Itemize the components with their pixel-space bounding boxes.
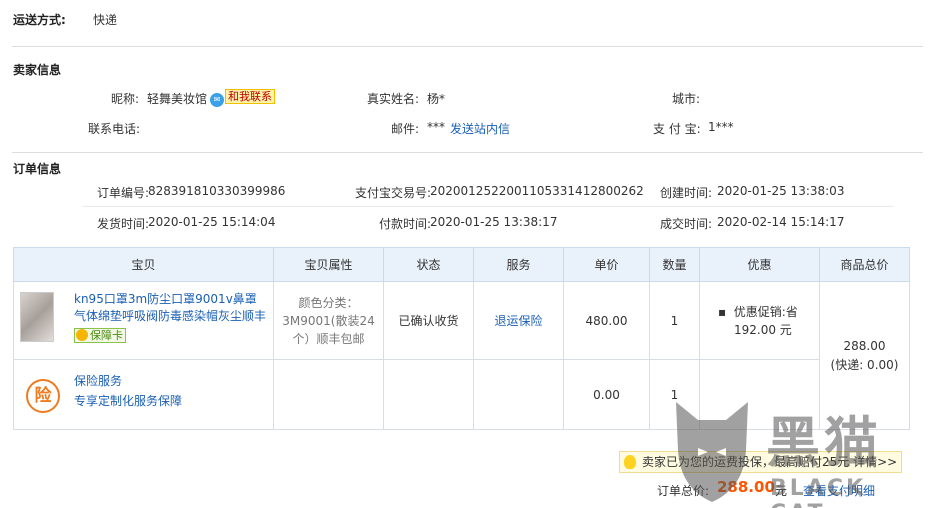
order-total-amount: 288.00 <box>717 478 775 496</box>
seller-email: *** <box>427 120 445 134</box>
lightbulb-icon <box>624 455 636 469</box>
send-message-link[interactable]: 发送站内信 <box>450 120 510 137</box>
shipped-time: 2020-01-25 15:14:04 <box>148 215 276 229</box>
shipping-insurance-tip[interactable]: 卖家已为您的运费投保，最高赔付25元 详情>> <box>619 451 902 473</box>
divider <box>12 46 923 47</box>
item-total: 288.00 (快递: 0.00) <box>819 281 910 430</box>
item-price: 480.00 <box>563 281 650 360</box>
item-cell: kn95口罩3m防尘口罩9001v鼻罩气体绵垫呼吸阀防毒感染帽灰尘顺丰 保障卡 <box>13 281 274 360</box>
order-section-title: 订单信息 <box>13 162 62 176</box>
phone-label: 联系电话: <box>88 122 141 136</box>
product-title-link[interactable]: kn95口罩3m防尘口罩9001v鼻罩气体绵垫呼吸阀防毒感染帽灰尘顺丰 <box>74 292 266 323</box>
paid-label: 付款时间: <box>379 217 432 231</box>
tip-text: 卖家已为您的运费投保，最高赔付25元 详情>> <box>642 455 898 469</box>
service-link[interactable]: 退运保险 <box>494 314 542 328</box>
discount-line2: 192.00 元 <box>734 322 792 337</box>
alipay-tx-label: 支付宝交易号: <box>355 186 432 200</box>
alipay-tx: 2020012522001105331412800262 <box>430 184 644 198</box>
contact-badge: 和我联系 <box>225 89 275 104</box>
seller-nickname: 轻舞美妆馆 <box>147 92 208 106</box>
item-qty: 1 <box>649 281 700 360</box>
realname-label: 真实姓名: <box>367 92 420 106</box>
col-header-attr: 宝贝属性 <box>273 247 384 282</box>
col-header-price: 单价 <box>563 247 650 282</box>
guarantee-icon <box>76 329 88 341</box>
col-header-discount: 优惠 <box>699 247 820 282</box>
paid-time: 2020-01-25 13:38:17 <box>430 215 558 229</box>
item-status: 已确认收货 <box>383 281 474 360</box>
payment-detail-link[interactable]: 查看支付明细 <box>803 482 875 499</box>
item-attr: 颜色分类：3M9001(散装24个）顺丰包邮 <box>273 281 384 360</box>
discount-line1: 优惠促销:省 <box>733 304 798 319</box>
seller-realname: 杨* <box>427 92 446 106</box>
col-header-service: 服务 <box>473 247 564 282</box>
guarantee-label: 保障卡 <box>90 329 123 342</box>
col-header-total: 商品总价 <box>819 247 910 282</box>
order-total-label: 订单总价: <box>657 484 710 498</box>
order-items-table: 宝贝 宝贝属性 状态 服务 单价 数量 优惠 商品总价 kn95口罩3m防尘口罩… <box>13 247 910 430</box>
insurance-title-link[interactable]: 保险服务 <box>74 371 182 391</box>
created-time: 2020-01-25 13:38:03 <box>717 184 845 198</box>
insurance-desc[interactable]: 专享定制化服务保障 <box>74 391 182 411</box>
done-label: 成交时间: <box>660 217 713 231</box>
city-label: 城市: <box>672 92 701 106</box>
seller-section-title: 卖家信息 <box>13 63 62 77</box>
created-label: 创建时间: <box>660 186 713 200</box>
col-header-status: 状态 <box>383 247 474 282</box>
total-note: (快递: 0.00) <box>830 357 899 372</box>
item-discount: ▪ 优惠促销:省 192.00 元 <box>699 281 820 360</box>
table-row: 险 保险服务 专享定制化服务保障 0.00 1 <box>13 359 910 430</box>
shipping-value: 快递 <box>93 13 118 27</box>
divider <box>82 206 894 207</box>
seller-alipay: 1*** <box>708 120 734 134</box>
divider <box>12 152 923 153</box>
wangwang-icon: ✉ <box>210 93 224 107</box>
nickname-label: 昵称: <box>111 92 140 106</box>
email-label: 邮件: <box>391 122 420 136</box>
insurance-icon: 险 <box>26 379 60 413</box>
done-time: 2020-02-14 15:14:17 <box>717 215 845 229</box>
insurance-cell: 险 保险服务 专享定制化服务保障 <box>13 359 274 430</box>
shipped-label: 发货时间: <box>97 217 150 231</box>
order-no-label: 订单编号: <box>97 186 150 200</box>
order-total-unit: 元 <box>775 484 788 498</box>
insurance-price: 0.00 <box>563 359 650 430</box>
col-header-qty: 数量 <box>649 247 700 282</box>
table-row: kn95口罩3m防尘口罩9001v鼻罩气体绵垫呼吸阀防毒感染帽灰尘顺丰 保障卡 … <box>13 281 910 430</box>
col-header-item: 宝贝 <box>13 247 274 282</box>
guarantee-badge[interactable]: 保障卡 <box>74 328 126 343</box>
alipay-label: 支 付 宝: <box>653 122 701 136</box>
product-thumbnail[interactable] <box>20 292 54 342</box>
order-no: 828391810330399986 <box>148 184 286 198</box>
insurance-qty: 1 <box>649 359 700 430</box>
contact-seller-button[interactable]: ✉ 和我联系 <box>210 89 275 107</box>
total-amount: 288.00 <box>843 338 886 353</box>
table-header-row: 宝贝 宝贝属性 状态 服务 单价 数量 优惠 商品总价 <box>13 247 910 282</box>
shipping-label: 运送方式: <box>13 13 66 27</box>
